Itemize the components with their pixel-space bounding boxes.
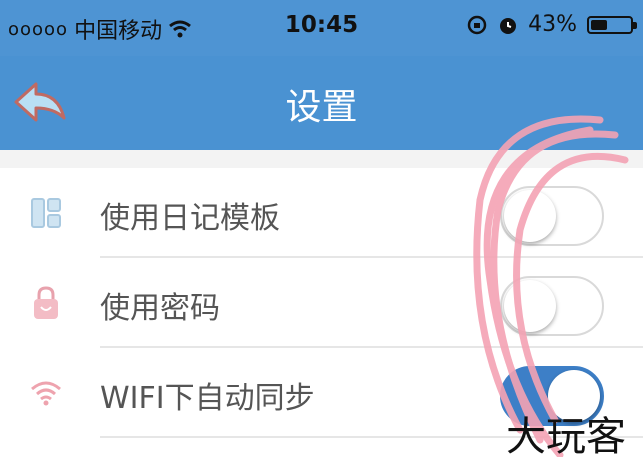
setting-row-password: 使用密码	[0, 258, 643, 348]
password-toggle[interactable]	[500, 276, 604, 336]
setting-row-template: 使用日记模板	[0, 168, 643, 258]
status-bar: ooooo 中国移动 10:45 43%	[0, 0, 643, 56]
setting-label: 使用日记模板	[100, 201, 280, 236]
setting-label: WIFI下自动同步	[100, 381, 315, 416]
battery-percent: 43%	[528, 12, 577, 37]
toggle-knob	[504, 190, 556, 242]
alarm-icon	[500, 17, 517, 34]
battery-icon	[587, 15, 637, 34]
page-title: 设置	[285, 87, 358, 128]
wifi-icon	[31, 381, 61, 406]
status-right: 43%	[466, 12, 637, 37]
battery-fill	[591, 19, 608, 30]
watermark: 大玩客	[506, 414, 626, 460]
setting-label: 使用密码	[100, 291, 220, 326]
settings-list: 使用日记模板 使用密码 WIFI下自动同步	[0, 168, 643, 438]
lock-icon	[34, 286, 58, 319]
section-gap	[0, 150, 643, 168]
nav-bar: 设置	[0, 56, 643, 150]
template-toggle[interactable]	[500, 186, 604, 246]
rotation-lock-icon	[467, 15, 487, 34]
toggle-knob	[504, 280, 556, 332]
template-icon	[31, 198, 61, 228]
